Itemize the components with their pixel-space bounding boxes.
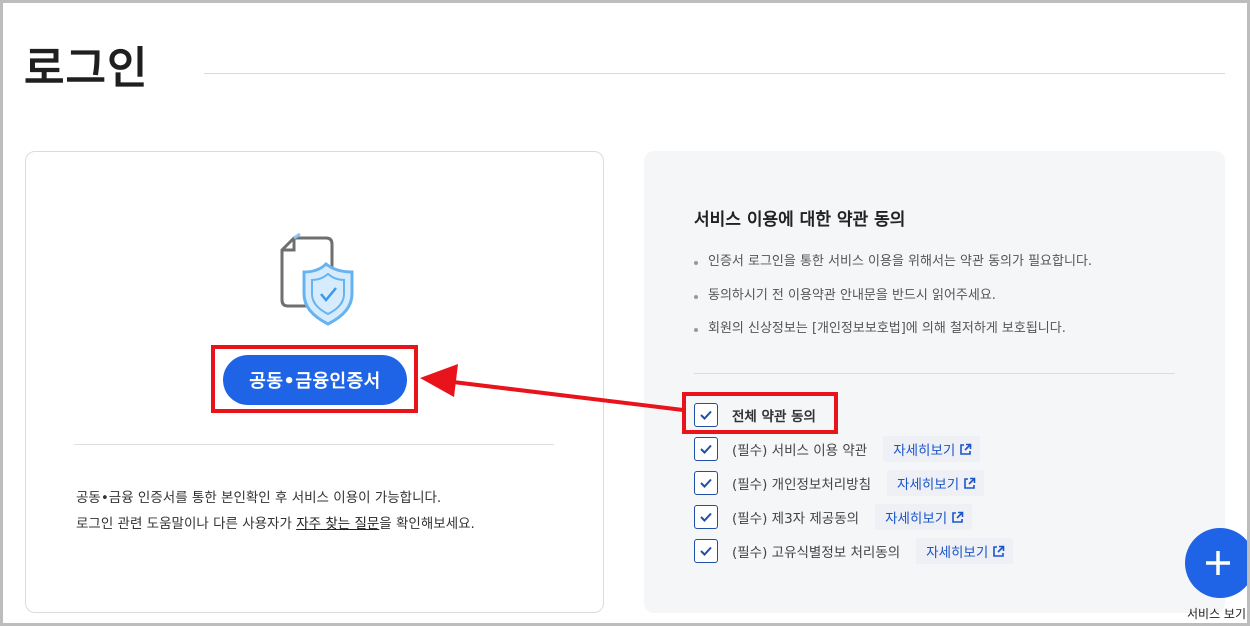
check-icon <box>700 478 712 488</box>
terms-item-privacy: (필수) 개인정보처리방침 자세히보기 <box>694 470 985 496</box>
terms-service-label: (필수) 서비스 이용 약관 <box>732 443 868 459</box>
terms-privacy-detail-link[interactable]: 자세히보기 <box>887 470 985 496</box>
agree-all-highlight-box <box>682 392 838 434</box>
plus-icon <box>1206 551 1230 575</box>
faq-link[interactable]: 자주 찾는 질문 <box>296 516 379 532</box>
description-suffix: 을 확인해보세요. <box>379 516 475 532</box>
certificate-shield-icon <box>280 232 354 326</box>
terms-privacy-label: (필수) 개인정보처리방침 <box>732 477 872 493</box>
external-link-icon <box>952 511 964 523</box>
description-line-1: 공동•금융 인증서를 통한 본인확인 후 서비스 이용이 가능합니다. <box>76 490 442 506</box>
login-description: 공동•금융 인증서를 통한 본인확인 후 서비스 이용이 가능합니다. 로그인 … <box>76 485 475 537</box>
terms-privacy-checkbox[interactable] <box>694 471 718 495</box>
terms-unique-id-checkbox[interactable] <box>694 539 718 563</box>
detail-link-label: 자세히보기 <box>893 443 956 459</box>
terms-unique-id-label: (필수) 고유식별정보 처리동의 <box>732 545 901 561</box>
page-title: 로그인 <box>24 43 149 94</box>
detail-link-label: 자세히보기 <box>885 511 948 527</box>
terms-third-party-label: (필수) 제3자 제공동의 <box>732 511 860 527</box>
terms-item-service: (필수) 서비스 이용 약관 자세히보기 <box>694 436 981 462</box>
card-divider <box>74 444 554 445</box>
check-icon <box>700 546 712 556</box>
check-icon <box>700 444 712 454</box>
external-link-icon <box>960 443 972 455</box>
external-link-icon <box>993 545 1005 557</box>
description-line-2: 로그인 관련 도움말이나 다른 사용자가 자주 찾는 질문을 확인해보세요. <box>76 511 475 537</box>
notice-item: 동의하시기 전 이용약관 안내문을 반드시 읽어주세요. <box>694 285 1092 319</box>
terms-panel: 서비스 이용에 대한 약관 동의 인증서 로그인을 통한 서비스 이용을 위해서… <box>644 151 1225 613</box>
description-prefix: 로그인 관련 도움말이나 다른 사용자가 <box>76 516 297 532</box>
terms-divider <box>694 373 1175 374</box>
detail-link-label: 자세히보기 <box>926 545 989 561</box>
terms-third-party-checkbox[interactable] <box>694 505 718 529</box>
cert-button-highlight-box <box>211 345 418 413</box>
login-card: 공동•금융인증서 공동•금융 인증서를 통한 본인확인 후 서비스 이용이 가능… <box>25 151 604 613</box>
service-view-label: 서비스 보기 <box>1187 607 1247 621</box>
title-divider <box>204 73 1225 74</box>
terms-item-third-party: (필수) 제3자 제공동의 자세히보기 <box>694 504 973 530</box>
terms-title: 서비스 이용에 대한 약관 동의 <box>694 210 906 230</box>
terms-service-checkbox[interactable] <box>694 437 718 461</box>
notice-list: 인증서 로그인을 통한 서비스 이용을 위해서는 약관 동의가 필요합니다. 동… <box>694 251 1092 352</box>
service-view-fab[interactable] <box>1185 528 1250 598</box>
external-link-icon <box>964 477 976 489</box>
notice-item: 인증서 로그인을 통한 서비스 이용을 위해서는 약관 동의가 필요합니다. <box>694 251 1092 285</box>
check-icon <box>700 512 712 522</box>
terms-item-unique-id: (필수) 고유식별정보 처리동의 자세히보기 <box>694 538 1014 564</box>
terms-service-detail-link[interactable]: 자세히보기 <box>883 436 981 462</box>
notice-item: 회원의 신상정보는 [개인정보보호법]에 의해 철저하게 보호됩니다. <box>694 318 1092 352</box>
detail-link-label: 자세히보기 <box>897 477 960 493</box>
terms-unique-id-detail-link[interactable]: 자세히보기 <box>916 538 1014 564</box>
terms-third-party-detail-link[interactable]: 자세히보기 <box>875 504 973 530</box>
